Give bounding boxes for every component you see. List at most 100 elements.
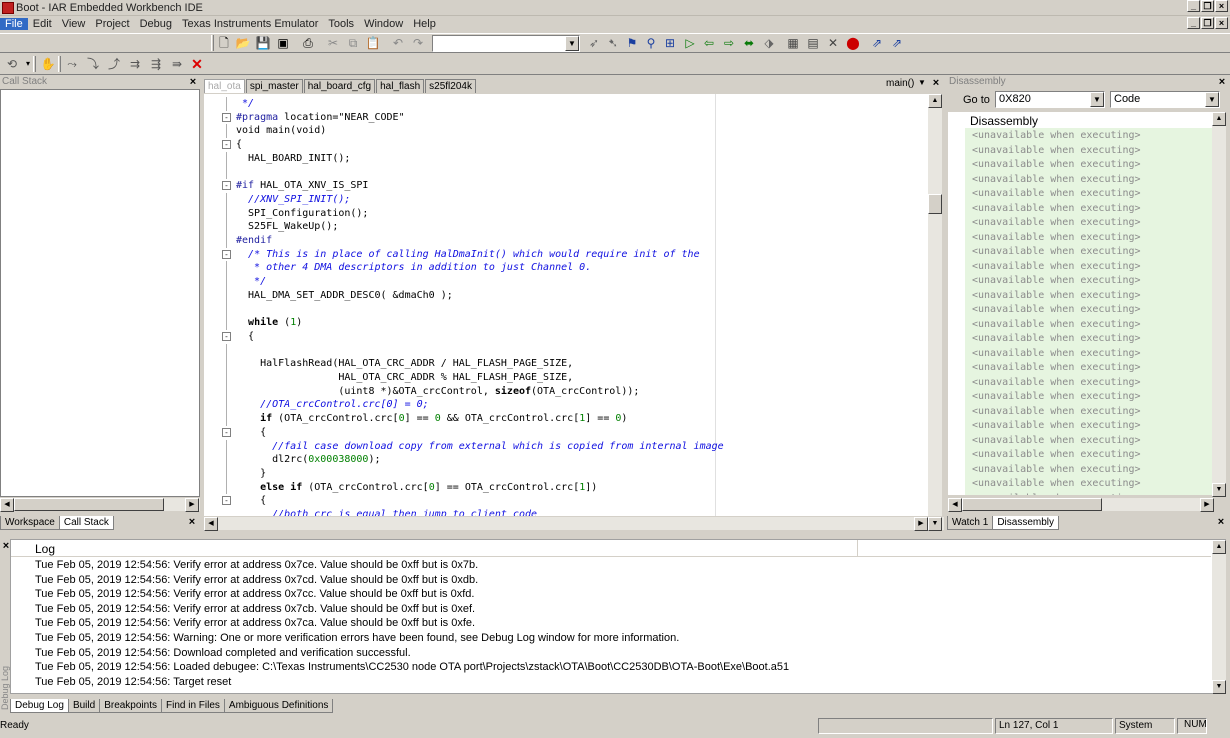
chevron-down-icon[interactable]: ▼ (1205, 92, 1219, 107)
editor-tab-hal-ota[interactable]: hal_ota (204, 79, 245, 93)
debug-without-download-icon[interactable]: ✕ (825, 35, 841, 51)
disassembly-hscroll[interactable]: ◀ ▶ (948, 497, 1214, 512)
close-icon[interactable]: × (1215, 516, 1227, 528)
menu-item-edit[interactable]: Edit (28, 18, 57, 30)
tab-call-stack[interactable]: Call Stack (58, 516, 114, 530)
fold-toggle-icon[interactable]: - (222, 331, 231, 341)
scroll-up-icon[interactable]: ▲ (1212, 540, 1226, 554)
mdi-restore-button[interactable]: ❐ (1201, 17, 1214, 29)
redo-icon[interactable]: ↷ (410, 35, 426, 51)
log-vscroll[interactable]: ▲ ▼ (1212, 540, 1226, 694)
function-label[interactable]: main() (886, 78, 914, 89)
cut-icon[interactable]: ✂ (325, 35, 341, 51)
reset-icon[interactable]: ⟲ (4, 56, 20, 72)
compile-icon[interactable]: ⬌ (741, 35, 757, 51)
scroll-thumb[interactable] (962, 498, 1102, 511)
find-next-icon[interactable]: ➶ (586, 35, 602, 51)
close-button[interactable]: × (1215, 0, 1228, 12)
open-file-icon[interactable]: 📂 (235, 35, 251, 51)
menu-item-texas-instruments-emulator[interactable]: Texas Instruments Emulator (177, 18, 323, 30)
toggle-bookmark-icon[interactable]: ⚑ (624, 35, 640, 51)
menu-item-tools[interactable]: Tools (323, 18, 359, 30)
menu-item-help[interactable]: Help (408, 18, 441, 30)
menu-item-window[interactable]: Window (359, 18, 408, 30)
mdi-minimize-button[interactable]: _ (1187, 17, 1200, 29)
copy-icon[interactable]: ⧉ (345, 35, 361, 51)
minimize-button[interactable]: _ (1187, 0, 1200, 12)
run-to-cursor-icon[interactable]: ⇶ (148, 56, 164, 72)
fold-toggle-icon[interactable]: - (222, 112, 231, 122)
fold-toggle-icon[interactable]: - (222, 427, 231, 437)
next-statement-icon[interactable]: ⇉ (127, 56, 143, 72)
tab-ambiguous-definitions[interactable]: Ambiguous Definitions (223, 699, 334, 713)
close-icon[interactable]: × (930, 77, 942, 89)
nav-back-icon[interactable]: ⇦ (701, 35, 717, 51)
tab-watch-1[interactable]: Watch 1 (947, 516, 994, 530)
scroll-right-icon[interactable]: ▶ (914, 517, 928, 531)
new-file-icon[interactable]: 🗋 (216, 35, 232, 51)
scroll-left-icon[interactable]: ◀ (948, 498, 962, 512)
editor-hscroll[interactable]: ◀ ▶ ▼ (204, 516, 944, 531)
editor-tab-hal-board-cfg[interactable]: hal_board_cfg (303, 79, 376, 93)
fold-toggle-icon[interactable]: - (222, 249, 231, 259)
chevron-down-icon[interactable]: ▼ (928, 517, 942, 531)
search-combo[interactable]: ▼ (432, 35, 580, 52)
editor-tab-hal-flash[interactable]: hal_flash (376, 79, 425, 93)
tab-debug-log[interactable]: Debug Log (10, 699, 69, 713)
code-editor[interactable]: */ #pragma location="NEAR_CODE" void main(… (204, 94, 928, 516)
scroll-up-icon[interactable]: ▲ (1212, 112, 1226, 126)
chevron-down-icon[interactable]: ▼ (1090, 92, 1104, 107)
chevron-down-icon[interactable]: ▼ (565, 36, 579, 51)
make-icon[interactable]: ⬗ (761, 35, 777, 51)
fold-toggle-icon[interactable]: - (222, 140, 231, 150)
editor-tab-spi-master[interactable]: spi_master (245, 79, 303, 93)
save-all-icon[interactable]: ▣ (275, 35, 291, 51)
stop-debugging-icon[interactable]: ✕ (189, 56, 205, 72)
next-bookmark-icon[interactable]: ▷ (682, 35, 698, 51)
download-and-debug-icon[interactable]: ⬤ (845, 35, 861, 51)
call-stack-hscroll[interactable]: ◀ ▶ (0, 497, 200, 512)
scroll-right-icon[interactable]: ▶ (185, 498, 199, 512)
fold-toggle-icon[interactable]: - (222, 496, 231, 506)
toggle-breakpoint-icon[interactable]: ▤ (805, 35, 821, 51)
scroll-thumb[interactable] (928, 194, 942, 214)
menu-item-project[interactable]: Project (90, 18, 134, 30)
step-out-icon[interactable]: ⤴ (106, 56, 122, 72)
close-icon[interactable]: × (1216, 76, 1228, 88)
paste-icon[interactable]: 📋 (365, 35, 381, 51)
menu-item-view[interactable]: View (57, 18, 91, 30)
disassembly-vscroll[interactable]: ▲ ▼ (1212, 112, 1226, 497)
scroll-down-icon[interactable]: ▼ (1212, 680, 1226, 694)
mdi-close-button[interactable]: × (1215, 17, 1228, 29)
scroll-thumb[interactable] (14, 498, 164, 511)
scroll-right-icon[interactable]: ▶ (1200, 498, 1214, 512)
find-in-files-icon[interactable]: ⚲ (643, 35, 659, 51)
tab-disassembly[interactable]: Disassembly (992, 516, 1059, 530)
scroll-left-icon[interactable]: ◀ (0, 498, 14, 512)
scroll-down-icon[interactable]: ▼ (1212, 483, 1226, 497)
close-icon[interactable]: × (187, 76, 199, 88)
log-panel[interactable]: Log Tue Feb 05, 2019 12:54:56: Verify er… (10, 539, 1226, 694)
print-icon[interactable]: ⎙ (300, 35, 316, 51)
disassembly-list[interactable]: <unavailable when executing> <unavailable… (965, 128, 1212, 495)
restore-button[interactable]: ❐ (1201, 0, 1214, 12)
save-icon[interactable]: 💾 (255, 35, 271, 51)
debug-icon[interactable]: ⇗ (869, 35, 885, 51)
scroll-left-icon[interactable]: ◀ (204, 517, 218, 531)
stop-build-icon[interactable]: ▦ (785, 35, 801, 51)
menu-item-debug[interactable]: Debug (135, 18, 177, 30)
break-icon[interactable]: ✋ (40, 56, 56, 72)
tab-find-in-files[interactable]: Find in Files (161, 699, 225, 713)
tab-breakpoints[interactable]: Breakpoints (99, 699, 162, 713)
restart-debug-icon[interactable]: ⇗ (889, 35, 905, 51)
find-previous-icon[interactable]: ➷ (605, 35, 621, 51)
nav-forward-icon[interactable]: ⇨ (721, 35, 737, 51)
go-icon[interactable]: ⇛ (169, 56, 185, 72)
goto-icon[interactable]: ⊞ (662, 35, 678, 51)
fold-toggle-icon[interactable]: - (222, 181, 231, 191)
editor-tab-s25fl204k[interactable]: s25fl204k (425, 79, 476, 93)
memory-type-select[interactable]: Code ▼ (1110, 91, 1220, 108)
menu-item-file[interactable]: File (0, 18, 28, 30)
goto-input[interactable]: 0X820 ▼ (995, 91, 1105, 108)
step-into-icon[interactable]: ⤵ (85, 56, 101, 72)
